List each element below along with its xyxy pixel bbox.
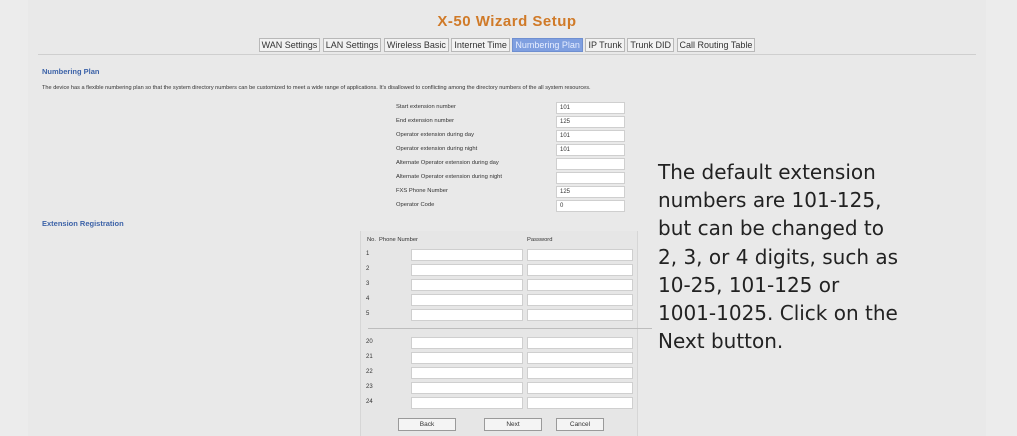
password-input[interactable]: [527, 397, 633, 409]
row-number: 24: [366, 399, 373, 405]
tab-trunk-did[interactable]: Trunk DID: [627, 38, 675, 52]
column-password: Password: [527, 237, 553, 243]
tab-wan-settings[interactable]: WAN Settings: [258, 38, 321, 52]
extension-row: 1: [361, 249, 637, 262]
field-label: Operator Code: [396, 202, 435, 208]
phone-number-input[interactable]: [411, 279, 523, 291]
password-input[interactable]: [527, 264, 633, 276]
extension-registration-heading: Extension Registration: [42, 219, 124, 228]
cancel-button[interactable]: Cancel: [556, 418, 604, 431]
extension-table: No. Phone Number Password 1 2 3 4 5 20 21 22 23 2…: [360, 231, 638, 436]
field-input[interactable]: [556, 158, 625, 170]
tab-ip-trunk[interactable]: IP Trunk: [585, 38, 625, 52]
back-button[interactable]: Back: [398, 418, 456, 431]
column-no: No.: [367, 237, 377, 243]
phone-number-input[interactable]: [411, 249, 523, 261]
field-label: Start extension number: [396, 104, 456, 110]
header-divider: [38, 54, 976, 55]
page-title: X-50 Wizard Setup: [437, 13, 577, 30]
row-number: 4: [366, 296, 370, 302]
phone-number-input[interactable]: [411, 367, 523, 379]
callout-line: Next button.: [658, 329, 784, 354]
numbering-plan-heading: Numbering Plan: [42, 67, 100, 76]
extension-row: 4: [361, 294, 637, 307]
callout-line: 1001-1025. Click on the: [658, 301, 898, 326]
extension-row: 23: [361, 382, 637, 395]
row-number: 3: [366, 281, 370, 287]
phone-number-input[interactable]: [411, 264, 523, 276]
password-input[interactable]: [527, 249, 633, 261]
extension-row: 22: [361, 367, 637, 380]
phone-number-input[interactable]: [411, 294, 523, 306]
callout-line: 10-25, 101-125 or: [658, 272, 840, 297]
row-number: 20: [366, 339, 373, 345]
field-input[interactable]: 0: [556, 200, 625, 212]
password-input[interactable]: [527, 382, 633, 394]
extension-row: 2: [361, 264, 637, 277]
callout-line: 2, 3, or 4 digits, such as: [658, 244, 899, 269]
row-number: 23: [366, 384, 373, 390]
extension-row: 20: [361, 337, 637, 350]
callout-line: but can be changed to: [658, 216, 884, 241]
field-input[interactable]: 101: [556, 144, 625, 156]
password-input[interactable]: [527, 352, 633, 364]
next-button[interactable]: Next: [484, 418, 542, 431]
field-input[interactable]: 125: [556, 116, 625, 128]
tab-wireless-basic[interactable]: Wireless Basic: [383, 38, 449, 52]
row-number: 21: [366, 354, 373, 360]
password-input[interactable]: [527, 279, 633, 291]
row-number: 1: [366, 251, 370, 257]
field-label: FXS Phone Number: [396, 188, 448, 194]
password-input[interactable]: [527, 367, 633, 379]
phone-number-input[interactable]: [411, 309, 523, 321]
field-label: End extension number: [396, 118, 455, 124]
wizard-tabs: WAN Settings LAN Settings Wireless Basic…: [28, 38, 986, 52]
field-input[interactable]: 101: [556, 102, 625, 114]
password-input[interactable]: [527, 309, 633, 321]
password-input[interactable]: [527, 337, 633, 349]
tab-internet-time[interactable]: Internet Time: [451, 38, 510, 52]
field-label: Alternate Operator extension during day: [396, 160, 499, 166]
callout-line: The default extension: [658, 160, 876, 184]
row-number: 5: [366, 311, 370, 317]
field-label: Alternate Operator extension during nigh…: [396, 174, 503, 180]
phone-number-input[interactable]: [411, 382, 523, 394]
phone-number-input[interactable]: [411, 352, 523, 364]
column-phone-number: Phone Number: [379, 237, 418, 243]
password-input[interactable]: [527, 294, 633, 306]
row-number: 22: [366, 369, 373, 375]
phone-number-input[interactable]: [411, 397, 523, 409]
extension-row: 24: [361, 397, 637, 410]
extension-row: 5: [361, 309, 637, 322]
numbering-plan-description: The device has a flexible numbering plan…: [42, 85, 591, 91]
tab-lan-settings[interactable]: LAN Settings: [322, 38, 382, 52]
phone-number-input[interactable]: [411, 337, 523, 349]
field-input[interactable]: 125: [556, 186, 625, 198]
instruction-callout: The default extension numbers are 101-125…: [658, 158, 1008, 355]
field-input[interactable]: 101: [556, 130, 625, 142]
callout-line: numbers are 101-125,: [658, 188, 882, 213]
tab-numbering-plan[interactable]: Numbering Plan: [512, 38, 583, 52]
extension-row: 3: [361, 279, 637, 292]
row-number: 2: [366, 266, 370, 272]
table-cut-divider: [368, 328, 652, 329]
field-label: Operator extension during night: [396, 146, 478, 152]
tab-call-routing-table[interactable]: Call Routing Table: [676, 38, 756, 52]
field-input[interactable]: [556, 172, 625, 184]
extension-row: 21: [361, 352, 637, 365]
field-label: Operator extension during day: [396, 132, 474, 138]
